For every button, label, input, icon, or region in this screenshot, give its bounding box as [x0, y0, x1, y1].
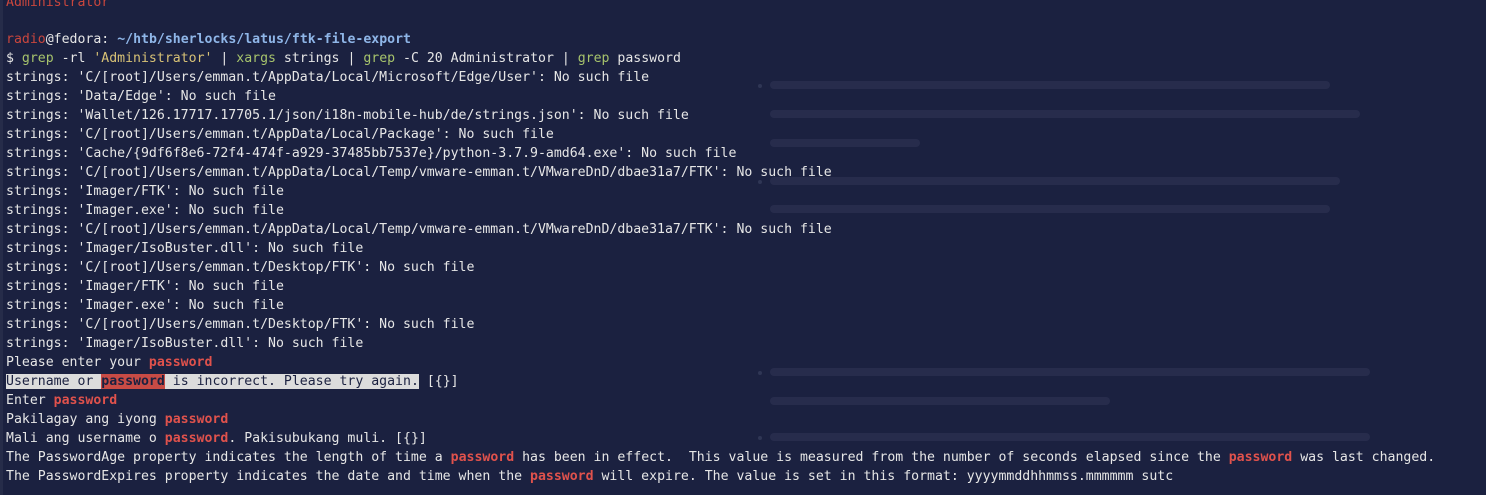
match-line: Enter password — [6, 393, 118, 408]
terminal-output[interactable]: Administrator radio@fedora: ~/htb/sherlo… — [6, 0, 1486, 486]
error-line: strings: 'C/[root]/Users/emman.t/Desktop… — [6, 317, 475, 332]
previous-output-line: Administrator — [6, 0, 110, 10]
error-line: strings: 'Data/Edge': No such file — [6, 89, 276, 104]
match-keyword: password — [164, 431, 229, 446]
window-edge — [0, 0, 3, 495]
match-keyword: password — [450, 450, 515, 465]
match-line-selected[interactable]: Username or password is incorrect. Pleas… — [6, 372, 1486, 391]
command-line[interactable]: $ grep -rl 'Administrator' | xargs strin… — [6, 49, 1486, 68]
error-line: strings: 'Imager/FTK': No such file — [6, 184, 284, 199]
error-line: strings: 'Imager.exe': No such file — [6, 298, 284, 313]
error-line: strings: 'Imager/IsoBuster.dll': No such… — [6, 241, 364, 256]
match-line: Mali ang username o password. Pakisubuka… — [6, 431, 427, 446]
match-keyword: password — [101, 374, 165, 389]
text-selection[interactable]: Username or password is incorrect. Pleas… — [6, 374, 419, 389]
prompt-user: radio — [6, 32, 46, 47]
match-line: Pakilagay ang iyong password — [6, 412, 229, 427]
match-keyword: password — [530, 469, 594, 484]
error-line: strings: 'Imager/FTK': No such file — [6, 279, 284, 294]
match-keyword: password — [1228, 450, 1293, 465]
prompt-host: fedora — [53, 32, 102, 47]
error-line: strings: 'Imager.exe': No such file — [6, 203, 284, 218]
prompt-path: ~/htb/sherlocks/latus/ftk-file-export — [117, 32, 411, 47]
error-line: strings: 'C/[root]/Users/emman.t/AppData… — [6, 127, 554, 142]
match-line: The PasswordExpires property indicates t… — [6, 469, 1174, 484]
error-line: strings: 'C/[root]/Users/emman.t/AppData… — [6, 222, 832, 237]
error-line: strings: 'Wallet/126.17717.17705.1/json/… — [6, 108, 689, 123]
error-line: strings: 'C/[root]/Users/emman.t/Desktop… — [6, 260, 475, 275]
shell-prompt: radio@fedora: ~/htb/sherlocks/latus/ftk-… — [6, 32, 411, 47]
match-keyword: password — [53, 393, 118, 408]
match-keyword: password — [164, 412, 229, 427]
match-line: The PasswordAge property indicates the l… — [6, 450, 1436, 465]
error-line: strings: 'C/[root]/Users/emman.t/AppData… — [6, 70, 650, 85]
match-keyword: password — [148, 355, 213, 370]
match-line: Please enter your password — [6, 355, 213, 370]
error-line: strings: 'Cache/{9df6f8e6-72f4-474f-a929… — [6, 146, 737, 161]
error-line: strings: 'Imager/IsoBuster.dll': No such… — [6, 336, 364, 351]
error-line: strings: 'C/[root]/Users/emman.t/AppData… — [6, 165, 832, 180]
